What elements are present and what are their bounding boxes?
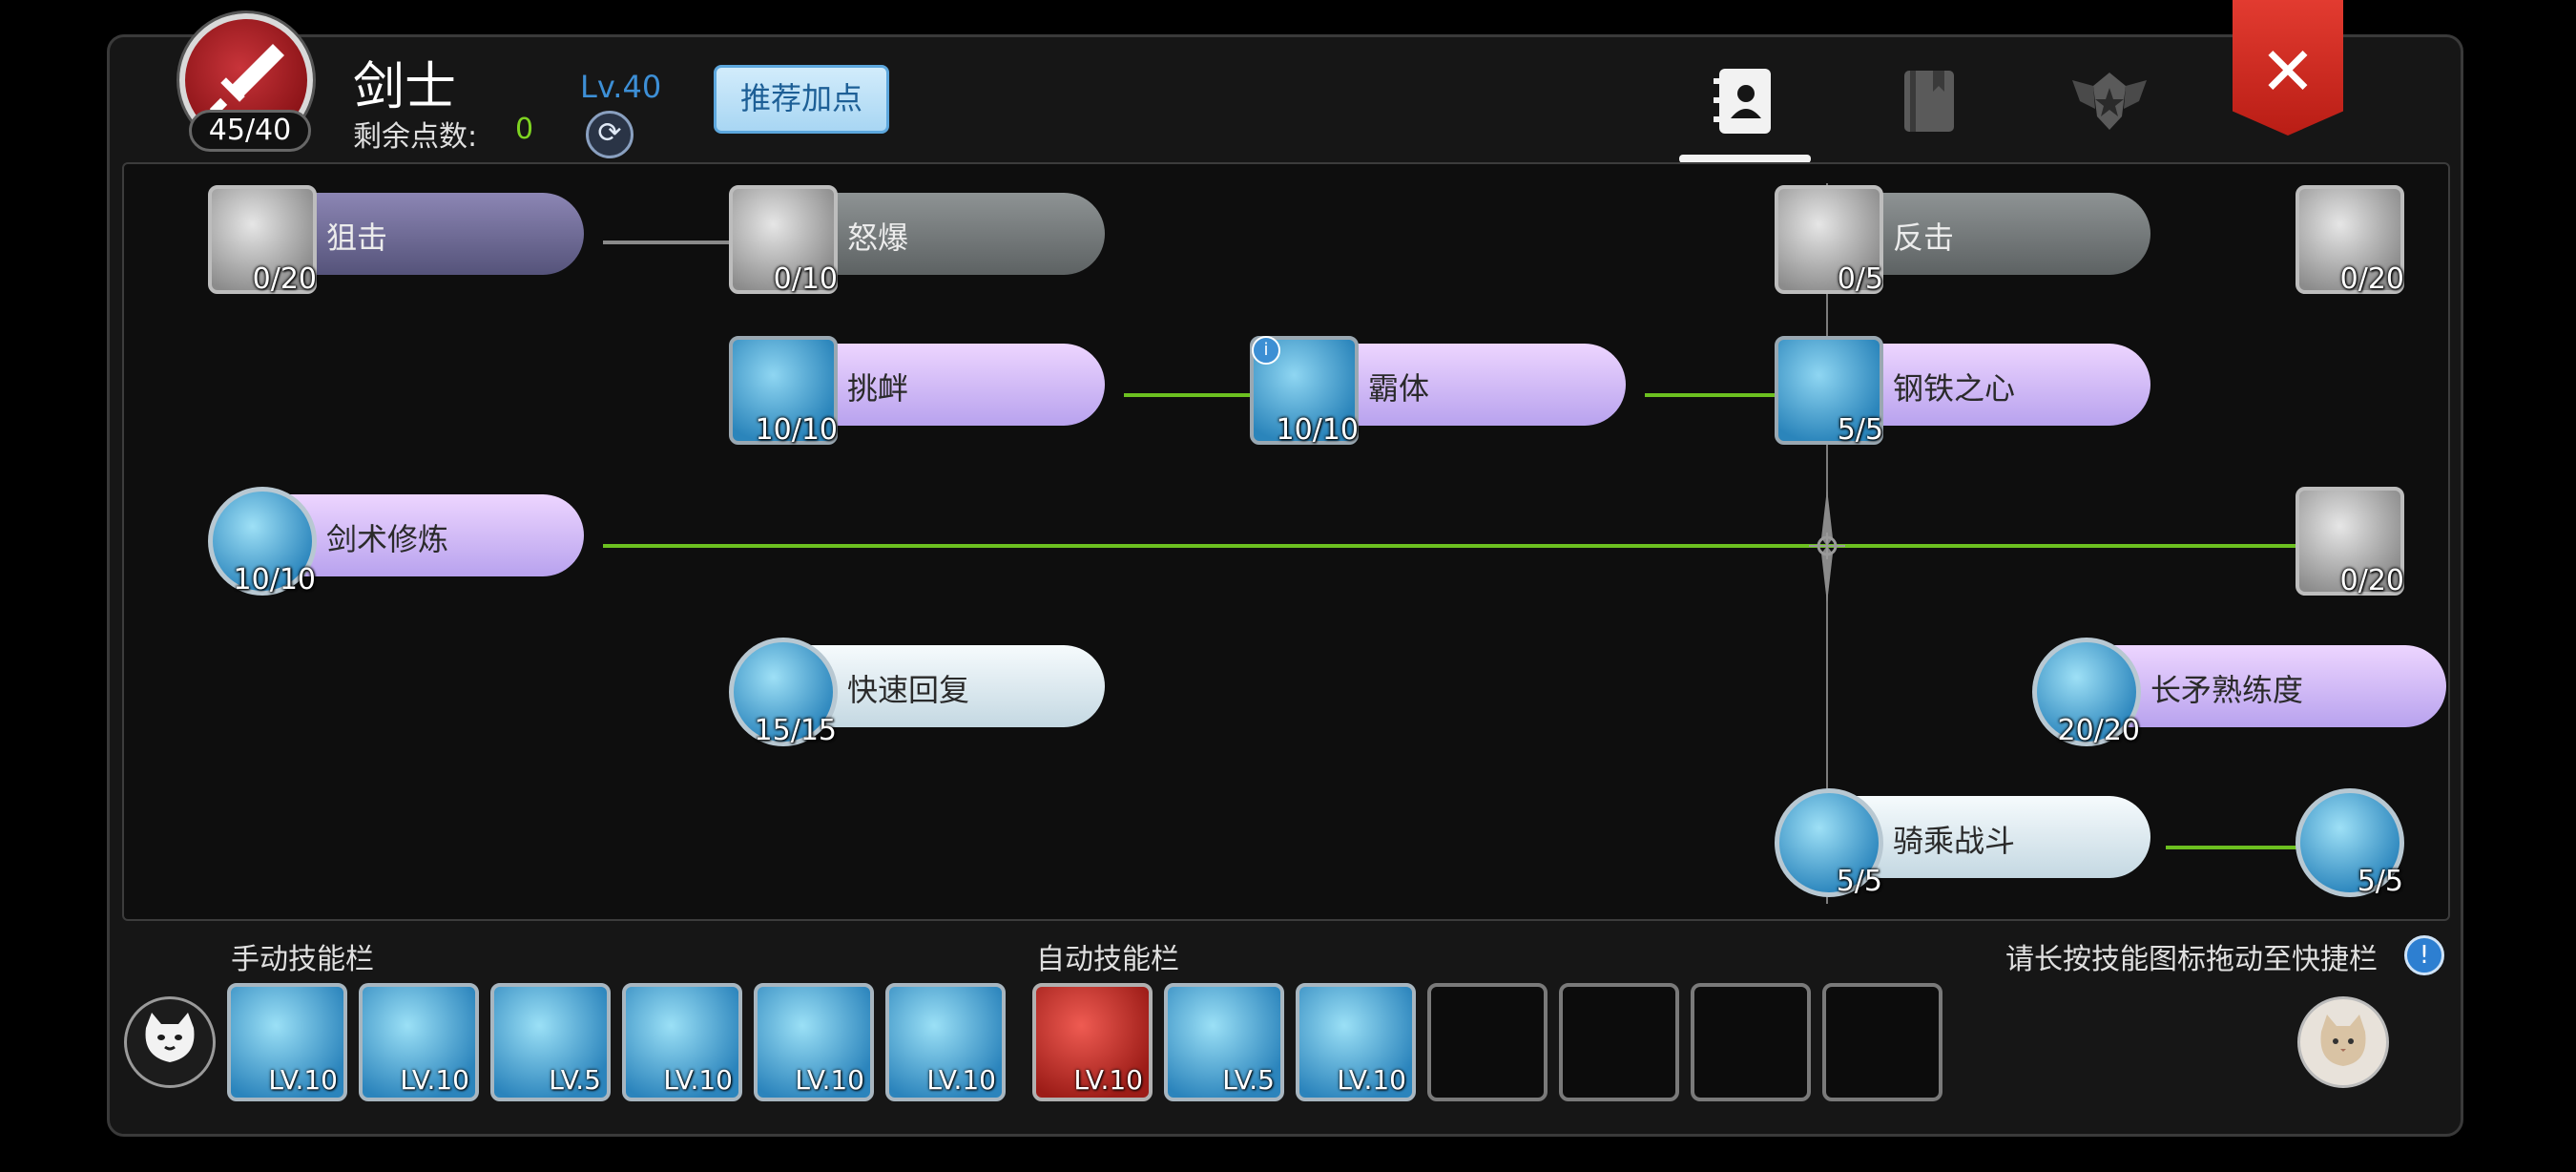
skill-name: 挑衅 <box>847 370 909 407</box>
skill-node[interactable]: 10/10 挑衅 <box>729 336 1130 447</box>
skill-level: 0/20 <box>2339 564 2404 597</box>
close-icon: ✕ <box>2259 32 2316 111</box>
job-name: 剑士 <box>353 56 456 116</box>
skill-node[interactable]: 5/5 钢铁之心 <box>1775 336 2175 447</box>
contact-book-icon <box>1714 69 1771 134</box>
slot-level: LV.10 <box>926 1064 996 1096</box>
super-armor-skill-icon: i 10/10 <box>1250 336 1359 447</box>
skill-node[interactable]: 15/15 快速回复 <box>729 638 1130 747</box>
book-icon <box>1904 71 1954 132</box>
pet-cat-avatar[interactable] <box>124 996 216 1088</box>
skill-name: 霸体 <box>1368 370 1430 407</box>
skill-level: 0/20 <box>2339 262 2404 296</box>
skill-node[interactable]: 0/20 狙击 <box>208 185 609 296</box>
mounted-combat-skill-icon: 5/5 <box>1775 788 1883 898</box>
skill-node[interactable]: 10/10 剑术修炼 <box>208 487 609 596</box>
pet-cat-avatar-right[interactable] <box>2297 996 2389 1088</box>
skill-name: 长矛熟练度 <box>2150 672 2304 708</box>
slot-level: LV.10 <box>1073 1064 1143 1096</box>
slot-level: LV.5 <box>1222 1064 1275 1096</box>
skill-name: 剑术修炼 <box>326 521 449 557</box>
rage-burst-skill-icon: 0/10 <box>729 185 838 296</box>
provoke-skill-icon: 10/10 <box>729 336 838 447</box>
roar-skill-icon: 0/20 <box>2296 185 2404 296</box>
skill-level: 5/5 <box>1837 413 1883 447</box>
cream-cat-icon <box>2320 1015 2366 1066</box>
skill-node[interactable]: 0/10 怒爆 <box>729 185 1130 296</box>
skill-level: 5/5 <box>1836 865 1882 898</box>
mount-skill-icon: 5/5 <box>2296 788 2404 898</box>
winged-emblem-icon <box>2072 73 2147 130</box>
skill-name: 钢铁之心 <box>1893 370 2016 407</box>
iron-heart-skill-icon: 5/5 <box>1775 336 1883 447</box>
skill-connector <box>603 544 2368 548</box>
skill-level: 10/10 <box>755 413 838 447</box>
skill-node[interactable]: 20/20 长矛熟练度 <box>2032 638 2448 747</box>
skill-level: 10/10 <box>233 563 316 596</box>
skill-node[interactable]: 5/5 骑乘战斗 <box>1775 788 2175 898</box>
skill-level: 5/5 <box>2357 865 2403 898</box>
skill-node[interactable]: i 10/10 霸体 <box>1250 336 1651 447</box>
skill-level: 15/15 <box>754 714 837 747</box>
auto-slot[interactable]: LV.5 <box>1164 983 1284 1101</box>
auto-slot-empty[interactable] <box>1427 983 1548 1101</box>
drag-hint-text: 请长按技能图标拖动至快捷栏 <box>2005 943 2378 976</box>
info-icon[interactable]: i <box>1252 336 1280 365</box>
slot-level: LV.10 <box>1337 1064 1406 1096</box>
skill-tree-panel: 0/20 狙击 0/10 怒爆 0/5 反击 0/20 10/10 挑衅 i 10… <box>122 162 2450 921</box>
counter-attack-skill-icon: 0/5 <box>1775 185 1883 296</box>
skill-name: 狙击 <box>326 220 388 256</box>
slot-level: LV.10 <box>663 1064 733 1096</box>
spear-mastery-skill-icon: 20/20 <box>2032 638 2141 747</box>
slot-level: LV.5 <box>549 1064 601 1096</box>
close-button[interactable]: ✕ <box>2233 0 2343 136</box>
compass-ornament-icon <box>1809 489 1845 603</box>
remaining-points-value: 0 <box>515 113 534 146</box>
exclamation-icon[interactable]: ! <box>2404 935 2444 975</box>
slot-level: LV.10 <box>400 1064 469 1096</box>
skill-name: 骑乘战斗 <box>1893 823 2016 859</box>
manual-hotbar-label: 手动技能栏 <box>231 943 374 976</box>
skill-level: 0/20 <box>252 262 317 296</box>
auto-slot[interactable]: LV.10 <box>1032 983 1153 1101</box>
reset-skills-button[interactable]: ⟳ <box>586 111 634 158</box>
slot-level: LV.10 <box>795 1064 864 1096</box>
skill-level: 0/5 <box>1837 262 1883 296</box>
remaining-points-label: 剩余点数: <box>353 120 478 154</box>
manual-slot[interactable]: LV.10 <box>227 983 347 1101</box>
skill-name: 怒爆 <box>847 220 909 256</box>
skill-level: 10/10 <box>1276 413 1359 447</box>
greatsword-skill-icon: 0/20 <box>2296 487 2404 597</box>
refresh-icon: ⟳ <box>597 116 622 150</box>
recommend-points-button[interactable]: 推荐加点 <box>714 65 889 134</box>
skill-name: 快速回复 <box>847 672 970 708</box>
auto-slot-empty[interactable] <box>1691 983 1811 1101</box>
skill-node[interactable]: 0/20 <box>2296 487 2420 597</box>
auto-slot[interactable]: LV.10 <box>1296 983 1416 1101</box>
skill-level: 0/10 <box>773 262 838 296</box>
skill-points-badge: 45/40 <box>189 110 311 152</box>
manual-slot[interactable]: LV.5 <box>490 983 611 1101</box>
auto-hotbar-label: 自动技能栏 <box>1036 943 1179 976</box>
snipe-skill-icon: 0/20 <box>208 185 317 296</box>
black-cat-icon <box>145 1013 195 1062</box>
slot-level: LV.10 <box>268 1064 338 1096</box>
manual-slot[interactable]: LV.10 <box>359 983 479 1101</box>
character-level: Lv.40 <box>580 69 662 105</box>
skill-node[interactable]: 5/5 <box>2296 788 2420 898</box>
tab-emblem[interactable] <box>2068 63 2147 139</box>
auto-slot-empty[interactable] <box>1559 983 1679 1101</box>
fast-recovery-skill-icon: 15/15 <box>729 638 838 747</box>
swordsmanship-skill-icon: 10/10 <box>208 487 317 596</box>
skill-name: 反击 <box>1893 220 1955 256</box>
tab-skills[interactable] <box>1706 63 1782 139</box>
manual-slot[interactable]: LV.10 <box>754 983 874 1101</box>
auto-slot-empty[interactable] <box>1822 983 1942 1101</box>
skill-node[interactable]: 0/20 <box>2296 185 2420 296</box>
manual-slot[interactable]: LV.10 <box>885 983 1006 1101</box>
skill-node[interactable]: 0/5 反击 <box>1775 185 2175 296</box>
manual-slot[interactable]: LV.10 <box>622 983 742 1101</box>
tab-book[interactable] <box>1891 63 1967 139</box>
skill-level: 20/20 <box>2057 714 2140 747</box>
